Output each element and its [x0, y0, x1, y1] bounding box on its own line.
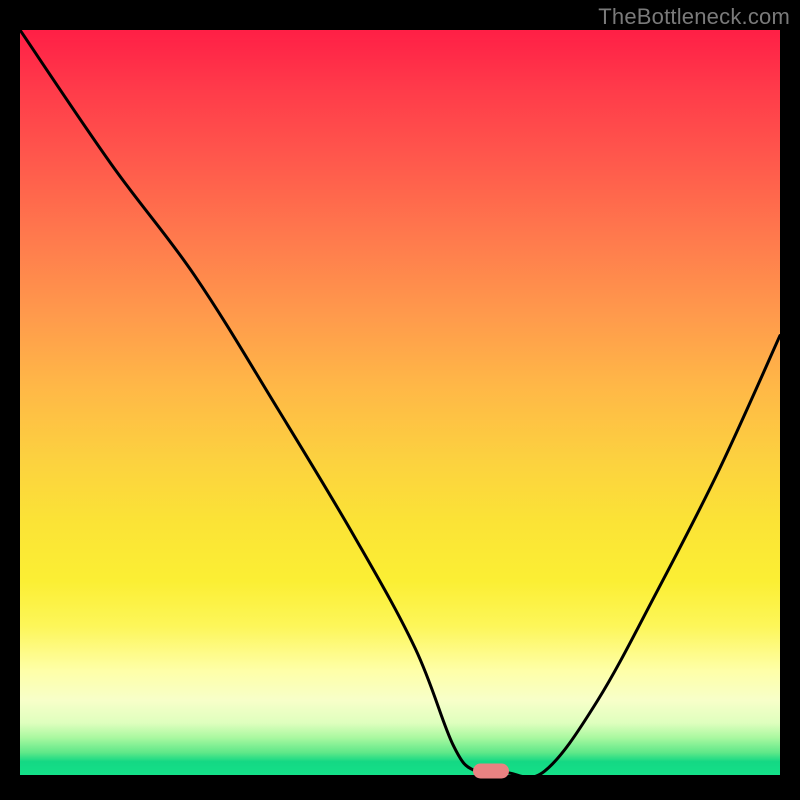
chart-frame: TheBottleneck.com — [0, 0, 800, 800]
plot-area — [20, 30, 780, 775]
heat-gradient — [20, 30, 780, 775]
watermark-text: TheBottleneck.com — [598, 4, 790, 30]
optimal-point-marker — [473, 763, 509, 778]
